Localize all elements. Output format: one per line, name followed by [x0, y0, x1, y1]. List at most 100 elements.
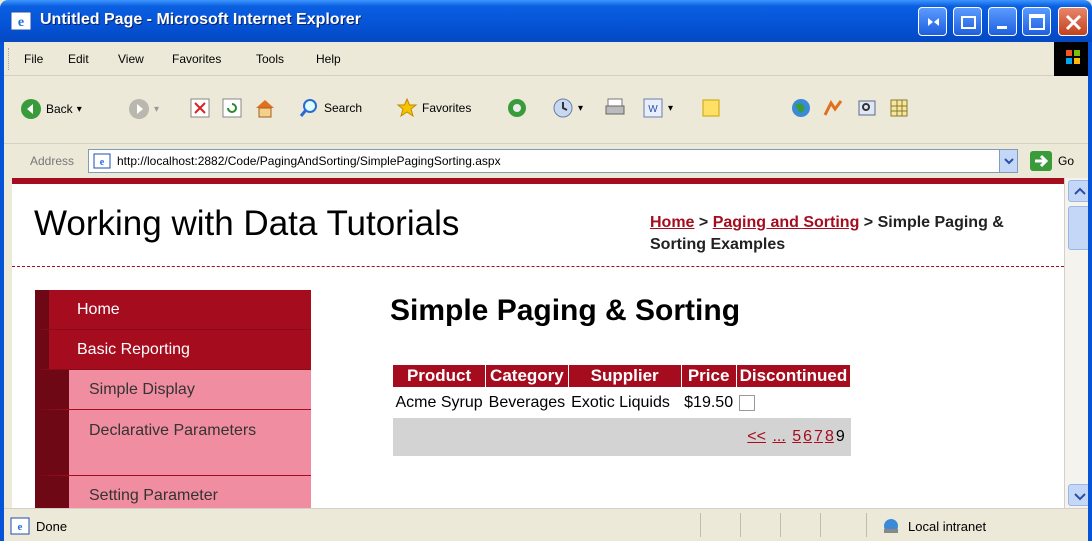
discontinued-checkbox: [739, 394, 756, 411]
history-button[interactable]: ▾: [552, 97, 583, 119]
favorites-button[interactable]: Favorites: [396, 97, 471, 119]
extra-window-button[interactable]: [953, 7, 982, 36]
back-label: Back: [46, 102, 73, 116]
pager-ellipsis-link[interactable]: ...: [772, 428, 785, 445]
menu-file[interactable]: File: [24, 52, 43, 66]
breadcrumb-home-link[interactable]: Home: [650, 214, 694, 231]
zone-label: Local intranet: [908, 518, 987, 534]
cell-price: $19.50: [681, 387, 737, 418]
submenu-item-declarative-parameters[interactable]: Declarative Parameters: [35, 410, 311, 476]
scroll-thumb[interactable]: [1068, 206, 1090, 250]
address-url[interactable]: http://localhost:2882/Code/PagingAndSort…: [117, 154, 501, 168]
globe-button[interactable]: [790, 97, 812, 119]
pager-page-link[interactable]: 8: [825, 428, 834, 445]
address-dropdown-button[interactable]: [999, 150, 1017, 172]
search-icon: [299, 99, 317, 117]
menu-grip[interactable]: [8, 48, 11, 70]
address-bar: Address e http://localhost:2882/Code/Pag…: [0, 144, 1092, 178]
column-header-supplier[interactable]: Supplier: [567, 364, 682, 388]
site-title: Working with Data Tutorials: [34, 204, 460, 243]
chevron-down-icon: [1004, 158, 1014, 165]
breadcrumb-section-link[interactable]: Paging and Sorting: [713, 214, 860, 231]
window-frame-right: [1088, 42, 1092, 541]
page-ie-icon: e: [93, 153, 111, 169]
refresh-button[interactable]: [222, 98, 242, 118]
back-arrow-icon: [21, 99, 41, 119]
word-edit-icon: W: [643, 98, 663, 118]
home-icon: [256, 100, 274, 118]
page-content: Working with Data Tutorials Home > Pagin…: [12, 178, 1064, 508]
breadcrumb: Home > Paging and Sorting > Simple Pagin…: [650, 212, 1050, 256]
print-button[interactable]: [604, 97, 626, 119]
maximize-button[interactable]: [1022, 7, 1051, 36]
messenger-button[interactable]: [822, 97, 844, 119]
scroll-down-button[interactable]: [1068, 484, 1090, 506]
pager-page-link[interactable]: 6: [803, 428, 812, 445]
window-title: Untitled Page - Microsoft Internet Explo…: [40, 11, 361, 28]
column-header-product[interactable]: Product: [391, 364, 487, 388]
svg-text:W: W: [648, 104, 658, 115]
ie-logo-icon: e: [10, 11, 32, 31]
edit-dropdown-icon[interactable]: ▾: [668, 103, 673, 114]
menu-item-basic-reporting[interactable]: Basic Reporting: [35, 330, 311, 370]
forward-button[interactable]: ▾: [128, 98, 159, 120]
status-separator: [740, 513, 741, 537]
pager-page-link[interactable]: 7: [814, 428, 823, 445]
submenu-item-setting-parameter[interactable]: Setting Parameter: [35, 476, 311, 508]
history-dropdown-icon[interactable]: ▾: [578, 103, 583, 114]
status-separator: [780, 513, 781, 537]
go-button[interactable]: [1030, 151, 1052, 171]
menu-tools[interactable]: Tools: [256, 52, 284, 66]
tools-extra-button[interactable]: [888, 97, 910, 119]
status-text: Done: [36, 519, 68, 534]
menu-item-home[interactable]: Home: [35, 290, 311, 330]
history-icon: [553, 98, 573, 118]
discuss-button[interactable]: [700, 97, 722, 119]
messenger-icon: [823, 100, 843, 116]
submenu-item-simple-display[interactable]: Simple Display: [35, 370, 311, 410]
svg-text:e: e: [18, 521, 23, 533]
menu-view[interactable]: View: [118, 52, 144, 66]
address-input[interactable]: e http://localhost:2882/Code/PagingAndSo…: [88, 149, 1018, 173]
page-done-icon: e: [10, 517, 30, 535]
cell-category: Beverages: [485, 387, 569, 418]
edit-button[interactable]: W ▾: [642, 97, 673, 119]
close-icon: [1065, 14, 1082, 31]
research-button[interactable]: [856, 97, 878, 119]
minimize-button[interactable]: [988, 7, 1017, 36]
status-separator: [700, 513, 701, 537]
menu-edit[interactable]: Edit: [68, 52, 89, 66]
stop-button[interactable]: [190, 98, 210, 118]
scroll-up-button[interactable]: [1068, 180, 1090, 202]
go-label[interactable]: Go: [1058, 154, 1074, 168]
media-icon: [508, 99, 526, 117]
close-button[interactable]: [1058, 7, 1088, 36]
cell-product: Acme Syrup: [392, 387, 486, 418]
media-button[interactable]: [506, 97, 528, 119]
home-button[interactable]: [254, 97, 276, 119]
toolbar: Back ▾ ▾ Search Favorites ▾ W ▾: [0, 76, 1092, 144]
back-button[interactable]: Back ▾: [20, 98, 82, 120]
pager: << ... 56789: [392, 418, 851, 456]
column-header-category[interactable]: Category: [485, 364, 569, 388]
table-row: Acme Syrup Beverages Exotic Liquids $19.…: [392, 387, 851, 418]
column-header-discontinued[interactable]: Discontinued: [735, 364, 852, 388]
pager-page-link[interactable]: 5: [792, 428, 801, 445]
grid-tool-icon: [890, 99, 908, 117]
header-divider: [12, 266, 1064, 267]
window-frame-left: [0, 42, 4, 541]
column-header-price[interactable]: Price: [680, 364, 737, 388]
page-heading: Simple Paging & Sorting: [390, 294, 741, 327]
search-button[interactable]: Search: [298, 97, 362, 119]
svg-text:e: e: [18, 15, 24, 30]
status-separator: [866, 513, 867, 537]
forward-dropdown-icon[interactable]: ▾: [154, 104, 159, 115]
back-dropdown-icon[interactable]: ▾: [77, 104, 82, 115]
restore-icon-button[interactable]: [918, 7, 947, 36]
windows-logo-icon: [1054, 42, 1092, 76]
pager-first-link[interactable]: <<: [747, 428, 766, 445]
products-grid: Product Category Supplier Price Disconti…: [391, 364, 852, 456]
menu-favorites[interactable]: Favorites: [172, 52, 221, 66]
menu-help[interactable]: Help: [316, 52, 341, 66]
breadcrumb-separator: >: [694, 214, 713, 231]
